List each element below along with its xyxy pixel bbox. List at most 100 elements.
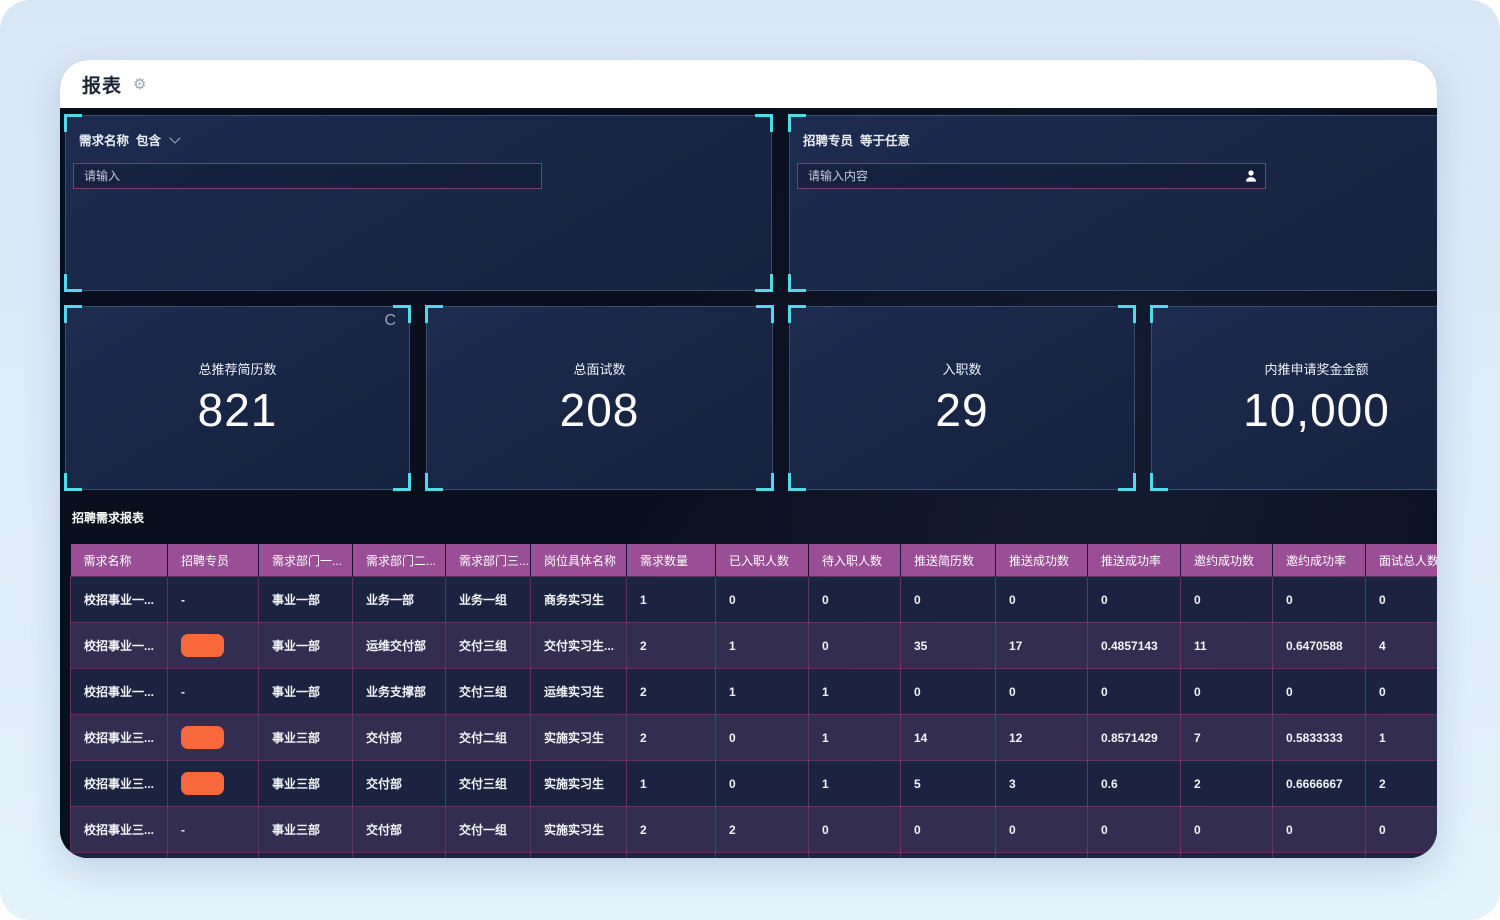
chevron-down-icon[interactable] (169, 132, 180, 143)
table-cell: 交付三组 (446, 623, 531, 669)
table-title: 招聘需求报表 (70, 500, 1437, 544)
table-cell: 校招事业一... (71, 669, 168, 715)
table-row: 校招事业三...事业三部交付部交付二组实施实习生20114120.8571429… (71, 715, 1438, 761)
table-cell (996, 853, 1088, 859)
table-cell: 1 (627, 577, 716, 623)
stats-row: C 总推荐简历数 821 总面试数 208 入职数 29 (65, 306, 1437, 490)
table-cell (1273, 853, 1366, 859)
table-cell: 1 (809, 669, 901, 715)
column-header: 推送成功数 (996, 544, 1088, 577)
table-cell: 校招事业三... (71, 715, 168, 761)
table-row: 校招事业一...-事业一部业务支撑部交付三组运维实习生211000000 (71, 669, 1438, 715)
column-header: 邀约成功数 (1181, 544, 1273, 577)
table-cell: 0 (809, 623, 901, 669)
table-cell (168, 715, 259, 761)
table-cell: 业务支撑部 (353, 669, 446, 715)
column-header: 岗位具体名称 (531, 544, 627, 577)
stat-card-total-interviews: 总面试数 208 (426, 306, 773, 490)
table-cell: 事业三部 (259, 715, 353, 761)
table-cell: 4 (1366, 623, 1438, 669)
person-icon[interactable] (1243, 168, 1259, 184)
column-header: 需求数量 (627, 544, 716, 577)
column-header: 推送成功率 (1088, 544, 1181, 577)
table-cell: 0 (1181, 669, 1273, 715)
refresh-icon[interactable]: C (384, 313, 396, 329)
filters-row: 需求名称 包含 招聘专员 等于任意 (65, 115, 1437, 291)
filter-operator[interactable]: 包含 (136, 130, 161, 149)
stat-inner: 总推荐简历数 821 (66, 307, 409, 489)
table-cell: 1 (809, 715, 901, 761)
column-header: 需求部门一... (259, 544, 353, 577)
table-row: 校招事业一...事业一部运维交付部交付三组交付实习生...21035170.48… (71, 623, 1438, 669)
table-cell: 校招事业一... (71, 623, 168, 669)
table-cell: 2 (627, 669, 716, 715)
column-header: 招聘专员 (168, 544, 259, 577)
table-cell: 校招事业三... (71, 761, 168, 807)
column-header: 需求部门二... (353, 544, 446, 577)
column-header: 面试总人数 (1366, 544, 1438, 577)
table-cell: 5 (901, 761, 996, 807)
column-header: 需求部门三... (446, 544, 531, 577)
table-cell: 运维实习生 (531, 669, 627, 715)
table-cell: 14 (901, 715, 996, 761)
titlebar: 报表 ⚙ (60, 60, 1437, 108)
filter-operator: 等于任意 (860, 130, 910, 149)
stat-card-referral-bonus: 内推申请奖金金额 10,000 (1151, 306, 1437, 490)
table-cell: 事业三部 (259, 761, 353, 807)
table-cell: 业务一组 (446, 577, 531, 623)
page-background: 报表 ⚙ 需求名称 包含 招聘专员 (0, 0, 1500, 920)
filter-field-name: 招聘专员 (803, 130, 853, 149)
table-cell: 7 (1181, 715, 1273, 761)
stat-value: 10,000 (1243, 383, 1390, 437)
input-wrap (73, 163, 542, 189)
requirement-name-filter-panel: 需求名称 包含 (65, 115, 772, 291)
table-cell (168, 623, 259, 669)
table-cell: 交付部 (353, 715, 446, 761)
table-cell: 0 (1088, 669, 1181, 715)
table-cell: 2 (627, 623, 716, 669)
table-cell (1088, 853, 1181, 859)
dashboard-body: 需求名称 包含 招聘专员 等于任意 (60, 108, 1437, 858)
table-cell: 35 (901, 623, 996, 669)
table-row: 校招事业一...-事业一部业务一部业务一组商务实习生100000000 (71, 577, 1438, 623)
table-cell: 0 (996, 807, 1088, 853)
redacted-name-pill (181, 772, 224, 795)
table-header-row: 需求名称招聘专员需求部门一...需求部门二...需求部门三...岗位具体名称需求… (71, 544, 1438, 577)
table-cell (168, 853, 259, 859)
filter-label: 需求名称 包含 (66, 116, 771, 149)
column-header: 已入职人数 (716, 544, 809, 577)
table-cell: 实施实习生 (531, 761, 627, 807)
table-cell (71, 853, 168, 859)
table-cell: 0 (809, 807, 901, 853)
stat-inner: 入职数 29 (790, 307, 1134, 489)
stat-label: 总面试数 (573, 359, 625, 378)
table-cell: 0 (1088, 577, 1181, 623)
table-cell: 交付三组 (446, 761, 531, 807)
table-cell: 0.5833333 (1273, 715, 1366, 761)
recruiter-input[interactable] (797, 163, 1266, 189)
table-cell: 1 (716, 669, 809, 715)
settings-gear-icon[interactable]: ⚙ (133, 77, 146, 92)
table-cell: 1 (716, 623, 809, 669)
table-row: 校招事业三...-事业三部交付部交付一组实施实习生220000000 (71, 807, 1438, 853)
stat-inner: 总面试数 208 (427, 307, 772, 489)
table-cell (1366, 853, 1438, 859)
table-cell: 交付实习生... (531, 623, 627, 669)
table-cell: 0.6666667 (1273, 761, 1366, 807)
recruiter-filter-panel: 招聘专员 等于任意 (789, 115, 1437, 291)
table-cell (353, 853, 446, 859)
table-cell: 事业三部 (259, 807, 353, 853)
requirement-name-input[interactable] (73, 163, 542, 189)
table-cell: 商务实习生 (531, 577, 627, 623)
table-cell: 运维交付部 (353, 623, 446, 669)
table-cell (446, 853, 531, 859)
table-cell: 0 (1366, 669, 1438, 715)
table-cell: 0 (901, 669, 996, 715)
column-header: 邀约成功率 (1273, 544, 1366, 577)
table-cell: 2 (1366, 761, 1438, 807)
input-wrap (797, 163, 1266, 189)
column-header: 待入职人数 (809, 544, 901, 577)
table-cell: 0 (1181, 577, 1273, 623)
table-cell: 2 (1181, 761, 1273, 807)
table-cell: 0 (809, 577, 901, 623)
